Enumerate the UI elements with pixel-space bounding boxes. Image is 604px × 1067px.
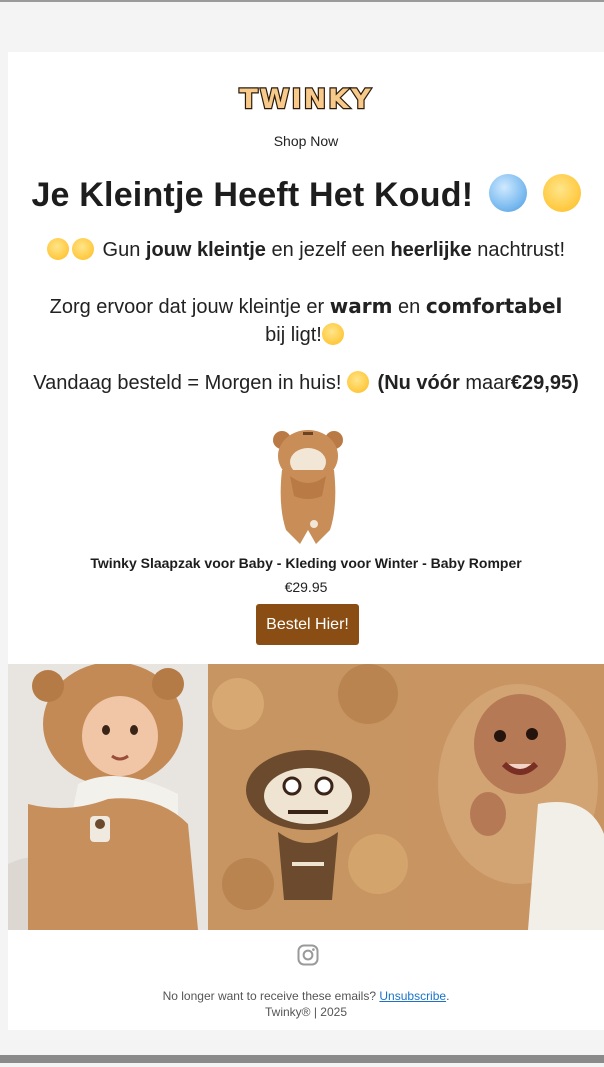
comfort-text-1: Zorg ervoor dat jouw kleintje er: [49, 296, 325, 318]
heart-eyes-icon: [346, 371, 369, 393]
bottom-border: [0, 1055, 604, 1063]
offer-price: €29,95): [510, 372, 579, 394]
headline-text: Je Kleintje Heeft Het Koud!: [31, 176, 474, 214]
headline: Je Kleintje Heeft Het Koud!: [8, 174, 604, 215]
product-title[interactable]: Twinky Slaapzak voor Baby - Kleding voor…: [8, 555, 604, 571]
offer-text-2: maar: [465, 372, 511, 394]
intro-bold-2: heerlijke: [390, 239, 472, 261]
unsubscribe-link[interactable]: Unsubscribe: [379, 989, 446, 1003]
cold-face-icon: [488, 174, 527, 212]
intro-bold-1: jouw kleintje: [145, 239, 266, 261]
copyright: Twinky® | 2025: [265, 1005, 347, 1019]
product-image[interactable]: [270, 426, 346, 548]
intro-line: Gun jouw kleintje en jezelf een heerlijk…: [8, 238, 604, 262]
product-price: €29.95: [284, 579, 328, 595]
comfort-text-2: en: [398, 296, 421, 318]
intro-text-2: en jezelf een: [271, 239, 385, 261]
smiling-hearts-icon: [321, 323, 344, 345]
intro-text-3: nachtrust!: [477, 239, 566, 261]
baby-face-icon: [542, 174, 581, 212]
unsubscribe-line: No longer want to receive these emails? …: [8, 989, 604, 1003]
comfort-bold-1: warm: [329, 294, 393, 318]
smiling-face-icon: [46, 238, 69, 260]
unsubscribe-text: No longer want to receive these emails?: [162, 989, 377, 1003]
gallery-photo-baby-2[interactable]: [408, 664, 604, 930]
comfort-line: Zorg ervoor dat jouw kleintje er warm en…: [38, 292, 574, 349]
brand-logo[interactable]: TWINKY: [8, 82, 604, 121]
shop-now-link[interactable]: Shop Now: [8, 133, 604, 149]
logo-text: TWINKY: [239, 84, 372, 115]
comfort-text-3: bij ligt!: [265, 324, 322, 346]
top-border: [0, 0, 604, 2]
unsubscribe-period: .: [446, 989, 450, 1003]
intro-text-1: Gun: [102, 239, 141, 261]
gallery-photo-embroidery[interactable]: [208, 664, 408, 930]
photo-gallery: [8, 664, 604, 930]
gallery-photo-baby-1[interactable]: [8, 664, 208, 930]
order-button[interactable]: Bestel Hier!: [256, 604, 359, 645]
offer-line: Vandaag besteld = Morgen in huis! (Nu vó…: [8, 371, 604, 395]
instagram-icon[interactable]: [297, 944, 319, 966]
email-card: TWINKY Shop Now Je Kleintje Heeft Het Ko…: [8, 52, 604, 1030]
offer-bold-1: (Nu vóór: [377, 372, 460, 394]
comfort-bold-2: comfortabel: [425, 294, 563, 318]
sleeping-face-icon: [71, 238, 94, 260]
twinky-logo: TWINKY: [238, 83, 372, 116]
offer-text-1: Vandaag besteld = Morgen in huis!: [33, 372, 342, 394]
